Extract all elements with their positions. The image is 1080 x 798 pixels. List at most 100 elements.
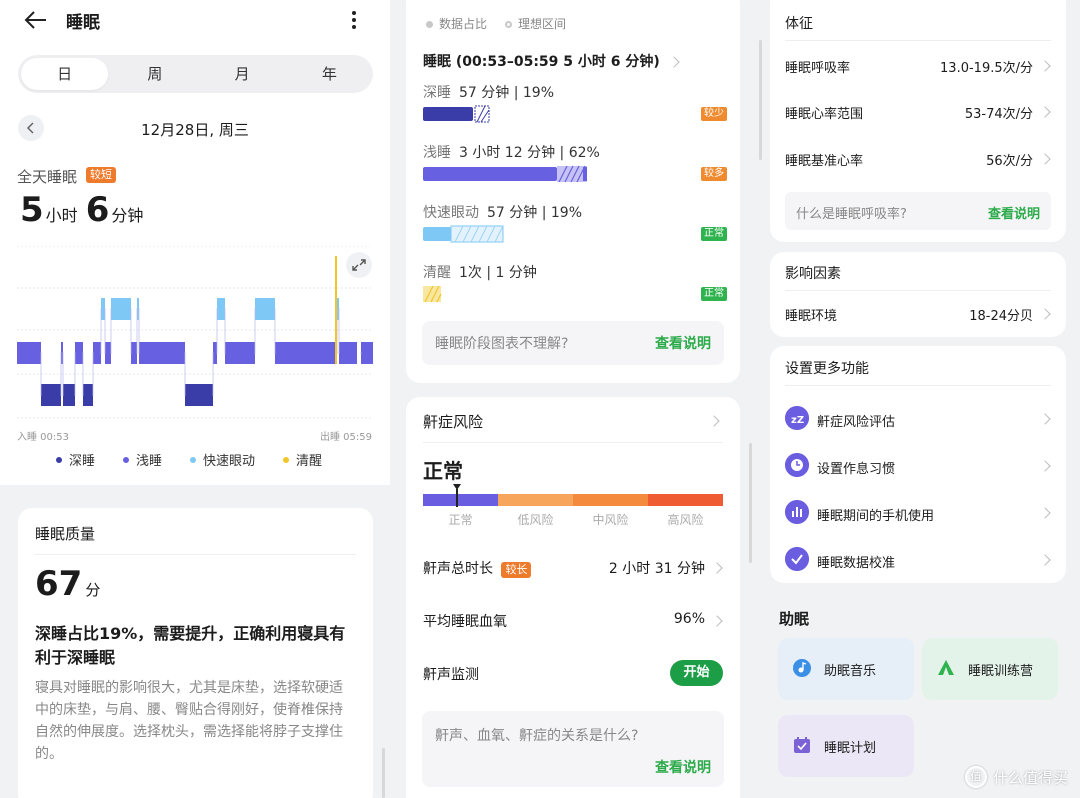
- stage-rem-badge: 正常: [701, 227, 727, 241]
- feature-item[interactable]: zZ 鼾症风险评估: [785, 406, 1051, 432]
- previous-day-button[interactable]: [18, 115, 44, 141]
- stage-segment-rem: [101, 298, 105, 320]
- scrollbar[interactable]: [382, 748, 385, 798]
- view-explanation-link[interactable]: 查看说明: [655, 333, 711, 353]
- legend-label: 快速眼动: [203, 454, 256, 469]
- legend-item-ideal: 理想区间: [505, 15, 566, 32]
- sleep-music-tile[interactable]: 助眠音乐: [778, 638, 914, 700]
- row-key: 鼾声总时长: [423, 561, 493, 577]
- scrollbar[interactable]: [759, 40, 762, 160]
- legend-dot: [283, 456, 290, 463]
- risk-label: 正常: [448, 513, 473, 527]
- chevron-left-icon: [26, 122, 34, 134]
- status-badge: 较短: [86, 167, 116, 183]
- tile-label: 睡眠计划: [824, 741, 877, 756]
- snore-duration-row[interactable]: 鼾声总时长 较长 2 小时 31 分钟: [423, 558, 723, 582]
- chevron-right-icon: [1039, 153, 1051, 165]
- hours-value: 5: [20, 190, 44, 230]
- chevron-right-icon: [1039, 507, 1051, 519]
- stage-awake-label: 清醒 1次 | 1 分钟: [423, 262, 537, 282]
- back-arrow-icon[interactable]: [22, 8, 48, 32]
- feature-item[interactable]: 睡眠期间的手机使用: [785, 500, 1051, 526]
- chevron-right-icon[interactable]: [708, 415, 720, 427]
- sleep-range-text: 睡眠 (00:53–05:59 5 小时 6 分钟): [423, 54, 660, 70]
- stage-segment-deep: [63, 384, 75, 406]
- tab-month[interactable]: 月: [199, 55, 286, 93]
- start-monitor-button[interactable]: 开始: [670, 660, 723, 686]
- vitals-title: 体征: [785, 16, 813, 32]
- view-explanation-link[interactable]: 查看说明: [655, 757, 711, 777]
- chevron-right-icon: [711, 615, 723, 627]
- snore-risk-card: 鼾症风险 正常 正常 低风险 中风险 高风险 鼾声总时长 较长 2 小时 31 …: [406, 397, 740, 798]
- stage-deep-label: 深睡 57 分钟 | 19%: [423, 82, 554, 102]
- chevron-right-icon: [1039, 554, 1051, 566]
- baseline-heart-rate-row[interactable]: 睡眠基准心率 56次/分: [785, 150, 1051, 172]
- environment-row[interactable]: 睡眠环境 18-24分贝: [785, 305, 1051, 327]
- stage-value: 57 分钟 | 19%: [459, 85, 554, 101]
- stage-rem-bar: [423, 225, 504, 243]
- spo2-row[interactable]: 平均睡眠血氧 96%: [423, 611, 723, 635]
- stage-segment-rem: [217, 298, 225, 320]
- sleep-plan-tile[interactable]: 睡眠计划: [778, 715, 914, 777]
- row-key: 鼾声监测: [423, 667, 479, 683]
- factors-card: 影响因素 睡眠环境 18-24分贝: [770, 252, 1066, 337]
- tab-year[interactable]: 年: [286, 55, 373, 93]
- period-tabs: 日 周 月 年: [18, 55, 373, 93]
- sleep-camp-tile[interactable]: 睡眠训练营: [922, 638, 1058, 700]
- view-explanation-link[interactable]: 查看说明: [988, 203, 1040, 222]
- help-question: 鼾声、血氧、鼾症的关系是什么?: [435, 728, 639, 744]
- quality-score: 67 分: [35, 564, 100, 604]
- help-question: 睡眠阶段图表不理解?: [435, 336, 569, 352]
- stage-segment-light: [93, 342, 101, 364]
- score-unit: 分: [85, 581, 101, 599]
- watermark-logo: 值: [964, 766, 987, 788]
- stage-awake-badge: 正常: [701, 287, 727, 301]
- sleep-aid-title: 助眠: [779, 610, 810, 628]
- row-key: 平均睡眠血氧: [423, 614, 507, 630]
- feature-item[interactable]: 设置作息习惯: [785, 453, 1051, 479]
- tab-week[interactable]: 周: [111, 55, 198, 93]
- divider: [35, 554, 356, 555]
- stage-segment-light: [131, 342, 137, 364]
- chevron-right-icon: [711, 562, 723, 574]
- scrollbar[interactable]: [749, 443, 752, 563]
- factors-title: 影响因素: [785, 266, 841, 282]
- stage-help-box: 睡眠阶段图表不理解? 查看说明: [422, 321, 724, 365]
- legend-label: 深睡: [69, 454, 96, 469]
- stage-name: 快速眼动: [423, 205, 479, 221]
- legend-dot: [190, 456, 197, 463]
- watermark-text: 什么值得买: [992, 768, 1068, 787]
- current-date: 12月28日, 周三: [141, 121, 249, 139]
- quality-advice: 寝具对睡眠的影响很大，尤其是床垫，选择软硬适中的床垫，与肩、腰、臀贴合得刚好，使…: [35, 680, 343, 762]
- snore-title: 鼾症风险: [423, 413, 484, 431]
- feature-item[interactable]: 睡眠数据校准: [785, 547, 1051, 573]
- stage-segment-light: [361, 342, 373, 364]
- legend-label: 数据占比: [439, 17, 488, 31]
- risk-marker-icon: [453, 484, 461, 490]
- tab-day[interactable]: 日: [21, 58, 109, 90]
- expand-icon: [352, 259, 366, 271]
- heart-rate-range-row[interactable]: 睡眠心率范围 53-74次/分: [785, 103, 1051, 125]
- legend-label: 理想区间: [518, 17, 567, 31]
- expand-chart-button[interactable]: [346, 252, 372, 278]
- stage-segment-deep: [185, 384, 213, 406]
- sleep-stage-panel: 数据占比 理想区间 睡眠 (00:53–05:59 5 小时 6 分钟) 深睡 5…: [390, 0, 755, 798]
- row-label: 鼾声总时长 较长: [423, 558, 532, 578]
- tent-icon: [938, 660, 954, 675]
- risk-segment-normal: [423, 494, 498, 506]
- row-key: 睡眠环境: [785, 309, 838, 324]
- risk-segment-high: [648, 494, 723, 506]
- hours-unit: 小时: [45, 206, 78, 225]
- music-icon: [793, 659, 811, 677]
- more-menu-icon[interactable]: [346, 9, 362, 31]
- row-value: 13.0-19.5次/分: [940, 61, 1033, 76]
- respiration-rate-row[interactable]: 睡眠呼吸率 13.0-19.5次/分: [785, 57, 1051, 79]
- legend-item-rem: 快速眼动: [190, 450, 255, 469]
- sleep-stage-chart: [17, 246, 373, 419]
- row-value: 53-74次/分: [964, 107, 1033, 122]
- legend-item-awake: 清醒: [283, 450, 322, 469]
- legend-dot: [123, 456, 130, 463]
- sleep-range-link[interactable]: 睡眠 (00:53–05:59 5 小时 6 分钟): [423, 51, 680, 71]
- row-key: 睡眠呼吸率: [785, 61, 851, 76]
- stage-segment-light: [17, 342, 41, 364]
